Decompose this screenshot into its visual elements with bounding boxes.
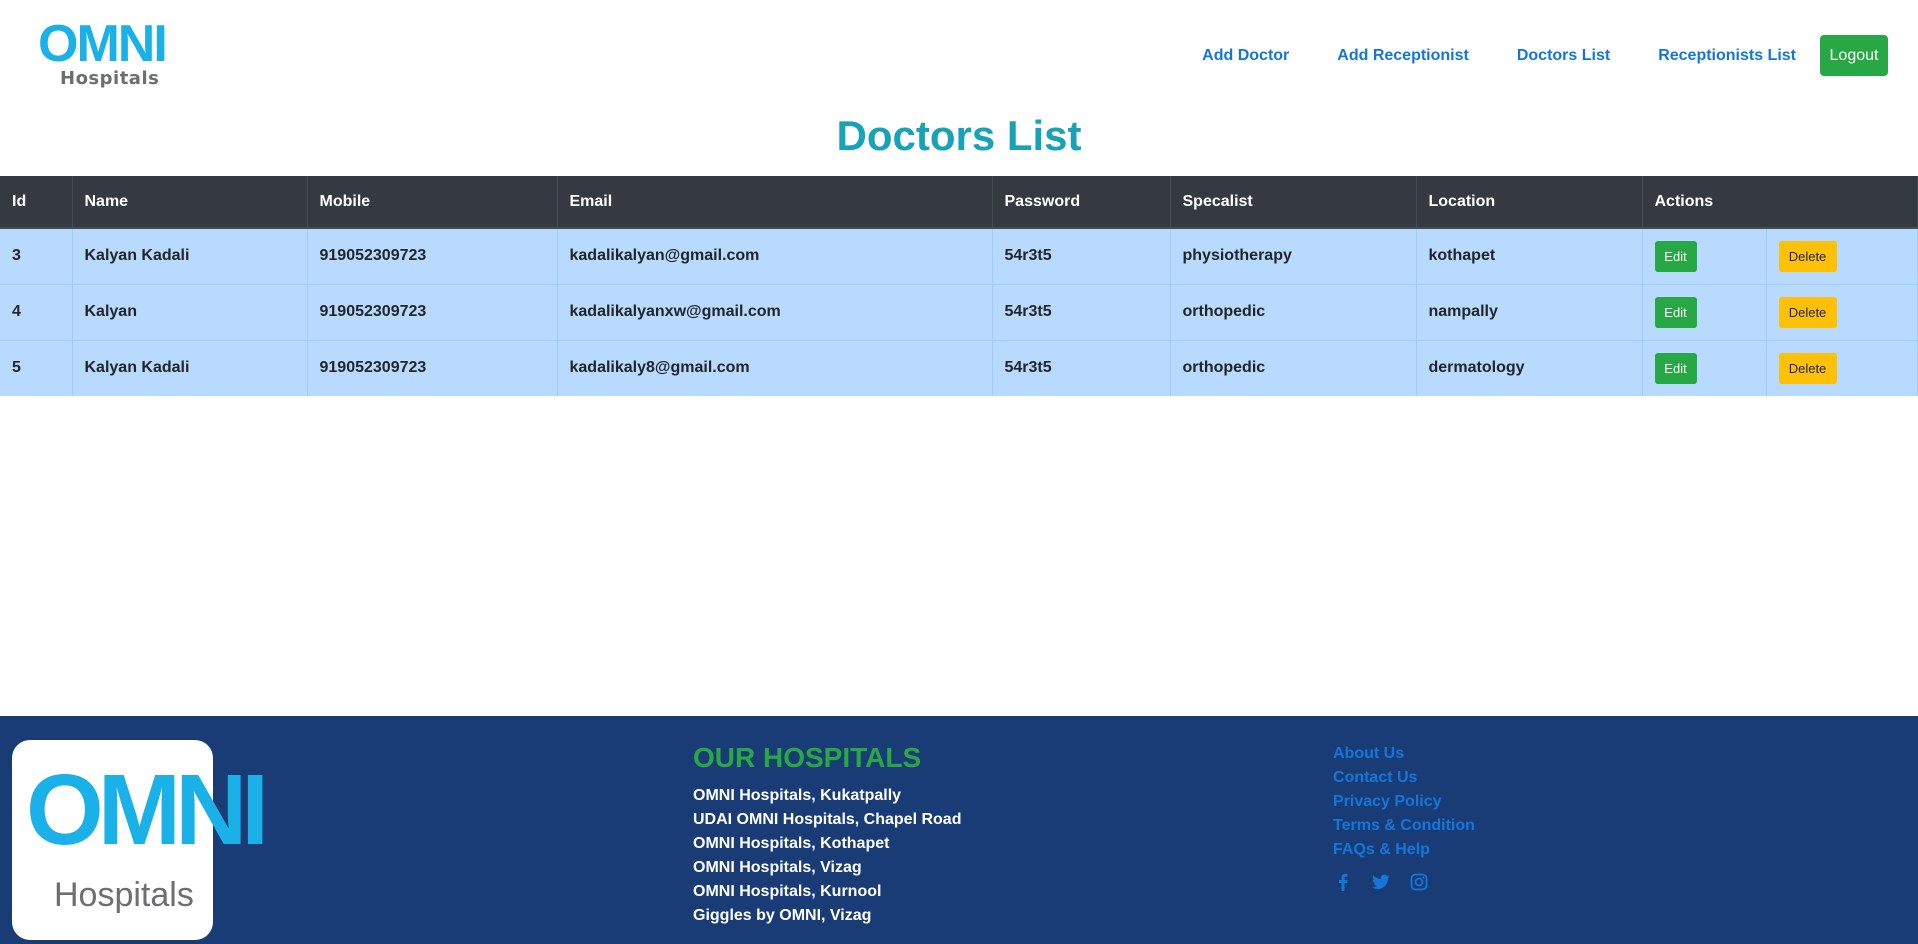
link-faqs-help[interactable]: FAQs & Help (1333, 838, 1475, 862)
main-nav: Add Doctor Add Receptionist Doctors List… (1202, 35, 1888, 76)
column-header-password: Password (992, 176, 1171, 229)
link-terms-condition[interactable]: Terms & Condition (1333, 814, 1475, 838)
edit-button[interactable]: Edit (1654, 352, 1697, 384)
table-row: 4 Kalyan 919052309723 kadalikalyanxw@gma… (0, 283, 1918, 340)
our-hospitals-section: OUR HOSPITALS OMNI Hospitals, Kukatpally… (693, 742, 961, 928)
delete-button[interactable]: Delete (1778, 240, 1837, 272)
link-contact-us[interactable]: Contact Us (1333, 766, 1475, 790)
cell-location: kothapet (1416, 227, 1643, 284)
nav-add-doctor[interactable]: Add Doctor (1202, 47, 1289, 65)
edit-button[interactable]: Edit (1654, 240, 1697, 272)
cell-delete: Delete (1766, 283, 1918, 340)
cell-specalist: orthopedic (1170, 283, 1417, 340)
logo-text: OMNI (38, 15, 168, 73)
cell-password: 54r3t5 (992, 283, 1171, 340)
column-header-specalist: Specalist (1170, 176, 1417, 229)
footer-logo-subtitle: Hospitals (54, 876, 194, 914)
header: OMNI Hospitals Add Doctor Add Receptioni… (0, 0, 1918, 100)
footer: OMNI Hospitals OUR HOSPITALS OMNI Hospit… (0, 716, 1918, 944)
nav-doctors-list[interactable]: Doctors List (1517, 47, 1610, 65)
link-about-us[interactable]: About Us (1333, 742, 1475, 766)
cell-delete: Delete (1766, 227, 1918, 284)
nav-add-receptionist[interactable]: Add Receptionist (1337, 47, 1469, 65)
omni-logo[interactable]: OMNI Hospitals (38, 18, 172, 90)
hospital-item: OMNI Hospitals, Kurnool (693, 883, 882, 900)
column-header-actions: Actions (1642, 176, 1918, 229)
delete-button[interactable]: Delete (1778, 352, 1837, 384)
hospital-item: OMNI Hospitals, Vizag (693, 859, 862, 876)
hospital-item: UDAI OMNI Hospitals, Chapel Road (693, 811, 962, 828)
nav-receptionists-list[interactable]: Receptionists List (1658, 47, 1796, 65)
hospital-item: OMNI Hospitals, Kukatpally (693, 787, 902, 804)
footer-logo-text: OMNI (26, 754, 269, 866)
our-hospitals-title: OUR HOSPITALS (693, 742, 922, 773)
cell-mobile: 919052309723 (307, 227, 558, 284)
instagram-icon[interactable] (1409, 872, 1429, 892)
table-header-row: Id Name Mobile Email Password Specalist … (0, 176, 1918, 229)
cell-name: Kalyan (72, 283, 308, 340)
cell-password: 54r3t5 (992, 339, 1171, 396)
hospitals-list: OMNI Hospitals, Kukatpally UDAI OMNI Hos… (693, 784, 961, 928)
cell-name: Kalyan Kadali (72, 339, 308, 396)
page-title: Doctors List (836, 112, 1082, 159)
hospital-item: Giggles by OMNI, Vizag (693, 907, 872, 924)
cell-name: Kalyan Kadali (72, 227, 308, 284)
cell-password: 54r3t5 (992, 227, 1171, 284)
cell-edit: Edit (1642, 339, 1767, 396)
cell-specalist: orthopedic (1170, 339, 1417, 396)
logo-subtitle: Hospitals (60, 68, 160, 89)
cell-mobile: 919052309723 (307, 283, 558, 340)
cell-location: nampally (1416, 283, 1643, 340)
facebook-icon[interactable] (1333, 872, 1353, 892)
delete-button[interactable]: Delete (1778, 296, 1837, 328)
column-header-id: Id (0, 176, 73, 229)
twitter-icon[interactable] (1371, 872, 1391, 892)
cell-email: kadalikaly8@gmail.com (557, 339, 993, 396)
cell-mobile: 919052309723 (307, 339, 558, 396)
cell-email: kadalikalyan@gmail.com (557, 227, 993, 284)
cell-id: 5 (0, 339, 73, 396)
cell-edit: Edit (1642, 283, 1767, 340)
edit-button[interactable]: Edit (1654, 296, 1697, 328)
footer-links: About Us Contact Us Privacy Policy Terms… (1333, 742, 1475, 892)
cell-id: 3 (0, 227, 73, 284)
table-row: 5 Kalyan Kadali 919052309723 kadalikaly8… (0, 339, 1918, 396)
table-row: 3 Kalyan Kadali 919052309723 kadalikalya… (0, 227, 1918, 284)
cell-id: 4 (0, 283, 73, 340)
footer-logo: OMNI Hospitals (12, 740, 269, 940)
cell-specalist: physiotherapy (1170, 227, 1417, 284)
column-header-location: Location (1416, 176, 1643, 229)
social-icons (1333, 872, 1475, 892)
column-header-email: Email (557, 176, 993, 229)
cell-location: dermatology (1416, 339, 1643, 396)
logout-button[interactable]: Logout (1820, 35, 1888, 76)
column-header-mobile: Mobile (307, 176, 558, 229)
column-header-name: Name (72, 176, 308, 229)
cell-delete: Delete (1766, 339, 1918, 396)
link-privacy-policy[interactable]: Privacy Policy (1333, 790, 1475, 814)
doctors-table: Id Name Mobile Email Password Specalist … (0, 176, 1918, 396)
cell-email: kadalikalyanxw@gmail.com (557, 283, 993, 340)
hospital-item: OMNI Hospitals, Kothapet (693, 835, 890, 852)
cell-edit: Edit (1642, 227, 1767, 284)
